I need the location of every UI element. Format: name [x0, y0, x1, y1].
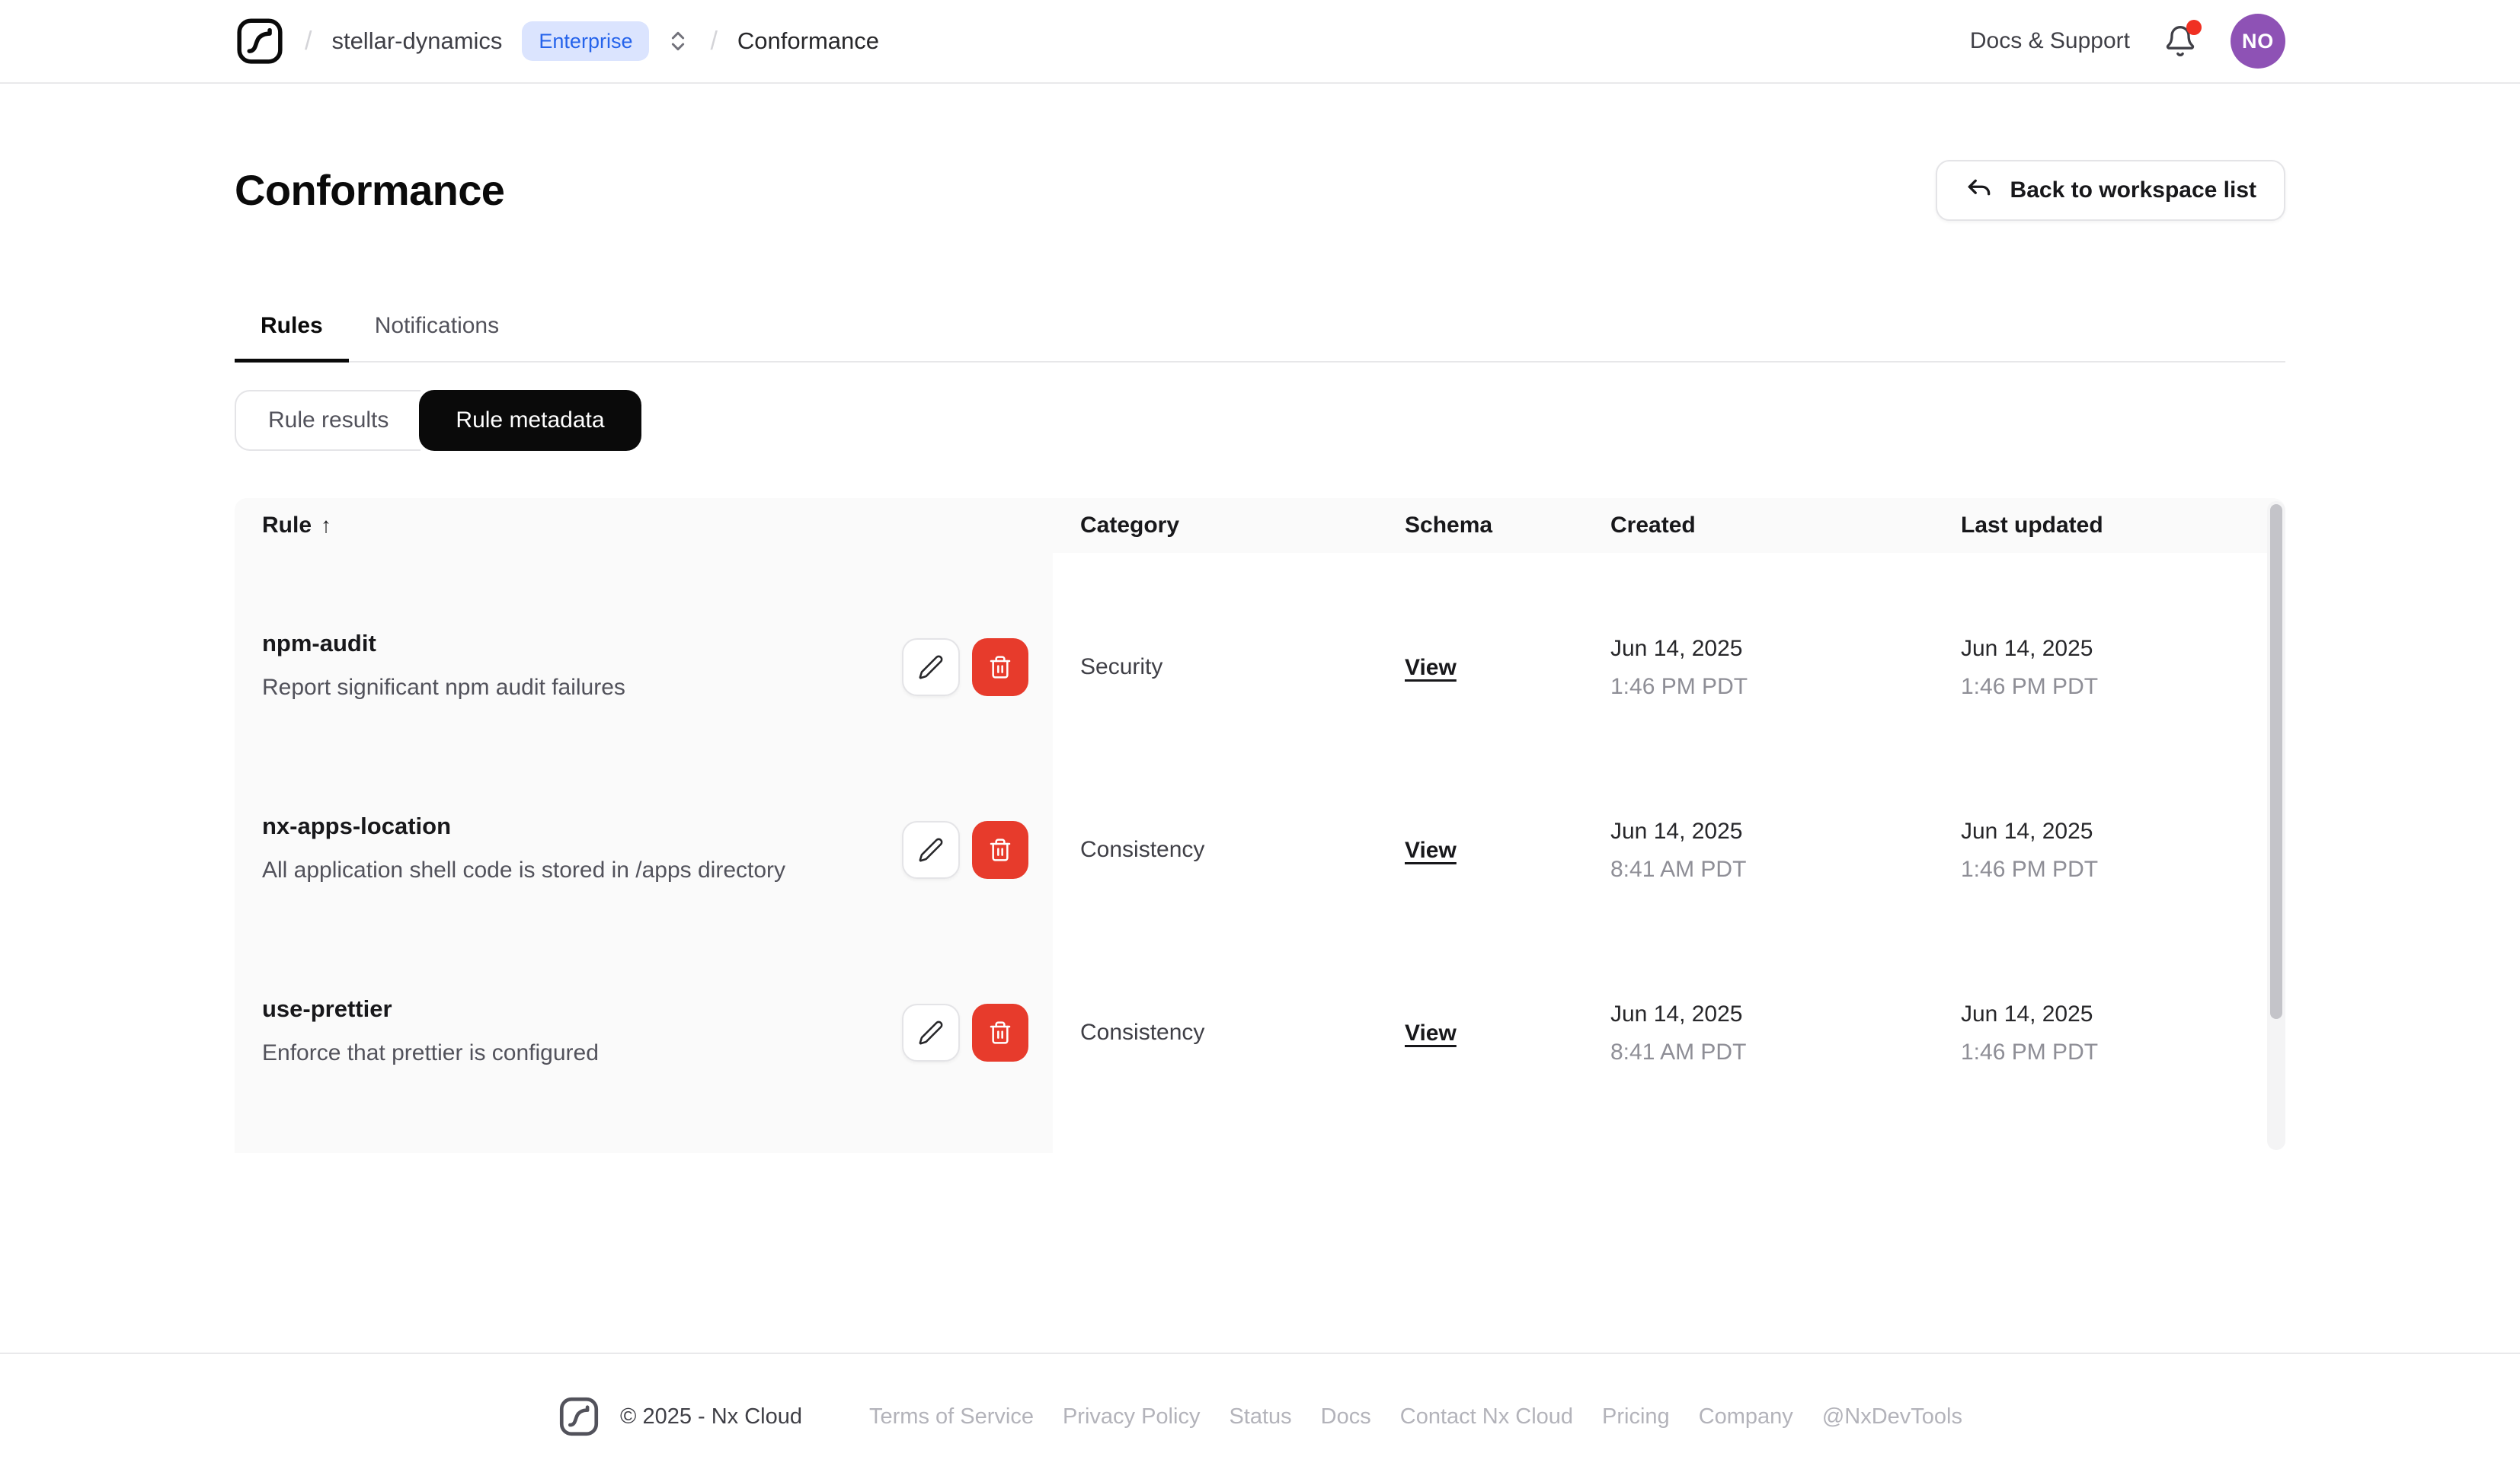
column-header-last-updated: Last updated: [1961, 513, 2103, 538]
column-header-rule[interactable]: Rule ↑: [235, 512, 1053, 539]
back-button-label: Back to workspace list: [2010, 177, 2256, 203]
footer: © 2025 - Nx Cloud Terms of Service Priva…: [0, 1353, 2520, 1479]
footer-link-terms[interactable]: Terms of Service: [869, 1404, 1034, 1430]
footer-link-privacy[interactable]: Privacy Policy: [1063, 1404, 1201, 1430]
column-header-schema: Schema: [1405, 513, 1493, 538]
rules-table: Rule ↑ Category Schema Created Last updat…: [235, 498, 2285, 1153]
table-row: use-prettier Enforce that prettier is co…: [235, 918, 2285, 1101]
footer-link-docs[interactable]: Docs: [1321, 1404, 1371, 1430]
created-date: Jun 14, 2025: [1610, 819, 1743, 844]
rule-category: Security: [1080, 654, 1163, 679]
schema-view-link[interactable]: View: [1405, 838, 1457, 863]
tab-rules[interactable]: Rules: [235, 312, 349, 363]
edit-rule-button[interactable]: [902, 1004, 960, 1062]
breadcrumb-separator: /: [710, 26, 718, 56]
workspace-switcher-button[interactable]: [666, 29, 690, 53]
footer-link-status[interactable]: Status: [1229, 1404, 1291, 1430]
avatar[interactable]: NO: [2231, 14, 2285, 69]
pencil-icon: [919, 1021, 943, 1045]
view-toggle: Rule results Rule metadata: [235, 390, 2285, 451]
rule-category: Consistency: [1080, 1020, 1205, 1045]
back-to-workspace-list-button[interactable]: Back to workspace list: [1935, 160, 2285, 221]
edit-rule-button[interactable]: [902, 821, 960, 879]
column-header-category: Category: [1080, 513, 1180, 538]
updated-time: 1:46 PM PDT: [1961, 1040, 2099, 1065]
pencil-icon: [919, 655, 943, 679]
toggle-rule-metadata[interactable]: Rule metadata: [419, 390, 641, 451]
created-time: 8:41 AM PDT: [1610, 1040, 1747, 1065]
tab-notifications[interactable]: Notifications: [349, 312, 525, 361]
top-nav: / stellar-dynamics Enterprise / Conforma…: [0, 0, 2520, 84]
sort-ascending-icon: ↑: [321, 513, 332, 537]
footer-links: Terms of Service Privacy Policy Status D…: [869, 1404, 1962, 1430]
nx-logo-icon[interactable]: [235, 16, 285, 66]
page-title: Conformance: [235, 166, 505, 215]
updated-date: Jun 14, 2025: [1961, 819, 2093, 844]
pencil-icon: [919, 838, 943, 862]
created-time: 8:41 AM PDT: [1610, 857, 1747, 882]
trash-icon: [990, 1021, 1011, 1044]
main-content: Conformance Back to workspace list Rules…: [235, 160, 2285, 1153]
updated-time: 1:46 PM PDT: [1961, 857, 2099, 882]
table-row: nx-apps-location All application shell c…: [235, 736, 2285, 918]
rule-category: Consistency: [1080, 837, 1205, 862]
footer-link-contact[interactable]: Contact Nx Cloud: [1400, 1404, 1573, 1430]
schema-view-link[interactable]: View: [1405, 655, 1457, 680]
table-row: npm-audit Report significant npm audit f…: [235, 553, 2285, 736]
created-time: 1:46 PM PDT: [1610, 674, 1748, 699]
table-scrollbar-track: [2267, 501, 2285, 1150]
table-scrollbar-thumb[interactable]: [2270, 504, 2282, 1019]
chevrons-up-down-icon: [672, 31, 685, 51]
delete-rule-button[interactable]: [972, 638, 1028, 696]
notifications-bell-button[interactable]: [2163, 20, 2202, 59]
footer-link-pricing[interactable]: Pricing: [1602, 1404, 1670, 1430]
undo-arrow-icon: [1968, 179, 1990, 196]
updated-time: 1:46 PM PDT: [1961, 674, 2099, 699]
breadcrumb-page[interactable]: Conformance: [737, 27, 879, 55]
trash-icon: [990, 656, 1011, 679]
footer-link-nxdevtools[interactable]: @NxDevTools: [1822, 1404, 1962, 1430]
delete-rule-button[interactable]: [972, 821, 1028, 879]
delete-rule-button[interactable]: [972, 1004, 1028, 1062]
created-date: Jun 14, 2025: [1610, 1001, 1743, 1027]
column-header-created: Created: [1610, 513, 1696, 538]
table-bottom-filler: [235, 1101, 2285, 1153]
docs-support-link[interactable]: Docs & Support: [1970, 27, 2130, 55]
nx-logo-footer-icon: [558, 1395, 600, 1438]
plan-badge: Enterprise: [522, 21, 650, 62]
trash-icon: [990, 839, 1011, 861]
footer-link-company[interactable]: Company: [1699, 1404, 1793, 1430]
table-header-row: Rule ↑ Category Schema Created Last updat…: [235, 498, 2285, 553]
edit-rule-button[interactable]: [902, 638, 960, 696]
updated-date: Jun 14, 2025: [1961, 1001, 2093, 1027]
updated-date: Jun 14, 2025: [1961, 636, 2093, 661]
toggle-rule-results[interactable]: Rule results: [235, 390, 421, 451]
breadcrumb: / stellar-dynamics Enterprise / Conforma…: [235, 16, 879, 66]
created-date: Jun 14, 2025: [1610, 636, 1743, 661]
tab-bar: Rules Notifications: [235, 312, 2285, 363]
breadcrumb-workspace[interactable]: stellar-dynamics: [331, 27, 502, 55]
copyright-text: © 2025 - Nx Cloud: [620, 1404, 802, 1429]
notification-dot: [2186, 20, 2202, 35]
breadcrumb-separator: /: [305, 26, 312, 56]
schema-view-link[interactable]: View: [1405, 1021, 1457, 1046]
